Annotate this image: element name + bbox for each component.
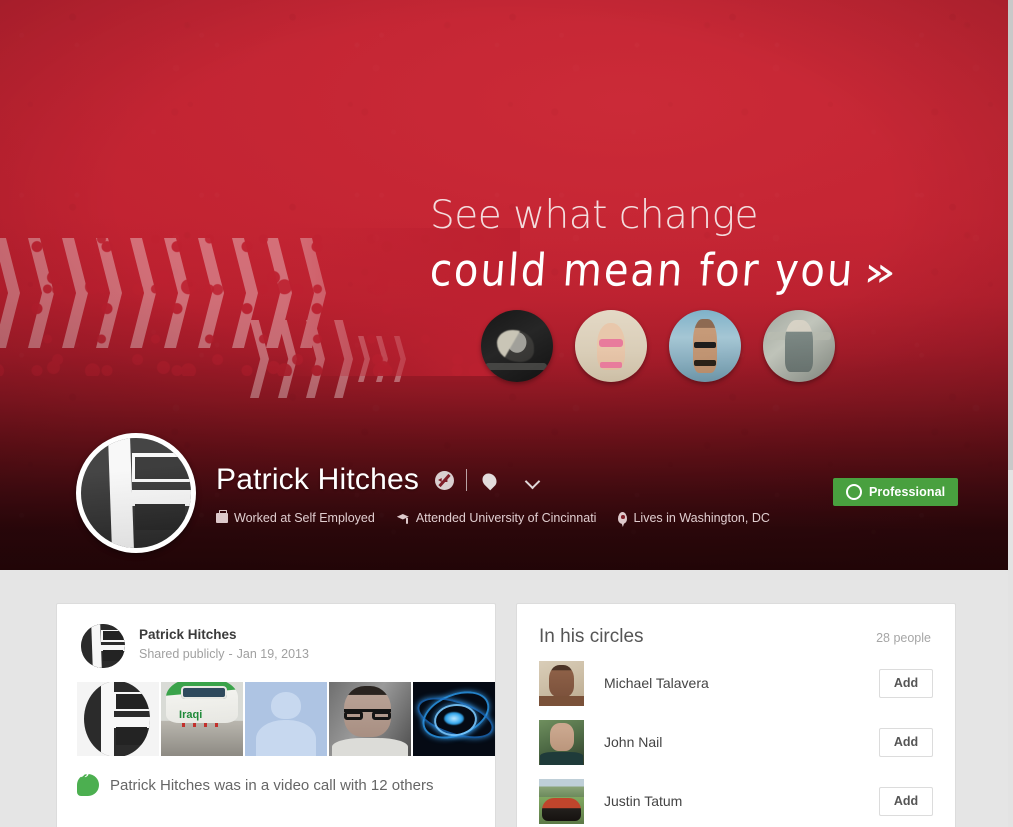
profile-meta-school: Attended University of Cincinnati xyxy=(397,511,597,525)
name-divider xyxy=(466,469,468,491)
gender-icon[interactable] xyxy=(479,470,500,490)
post-footer: Patrick Hitches was in a video call with… xyxy=(77,768,495,796)
chevron-down-icon[interactable] xyxy=(526,476,540,485)
hangouts-icon xyxy=(77,768,99,796)
post-card: Patrick Hitches Shared publicly - Jan 19, … xyxy=(56,603,496,827)
thumb-abstract[interactable] xyxy=(413,682,495,756)
thumb-logo[interactable] xyxy=(77,682,159,756)
thumb-default-avatar[interactable] xyxy=(245,682,327,756)
profile-identity-row: Patrick Hitches Worked at Self Employed … xyxy=(0,430,1008,560)
profile-meta-school-label: Attended University of Cincinnati xyxy=(415,511,597,525)
circles-count: 28 people xyxy=(876,631,931,645)
justin-tatum-avatar[interactable] xyxy=(539,778,584,824)
post-author-name[interactable]: Patrick Hitches xyxy=(139,626,309,644)
thumb-airplane[interactable]: Iraqi xyxy=(161,682,243,756)
thumb-man-glasses[interactable] xyxy=(329,682,411,756)
circles-title: In his circles xyxy=(539,626,644,647)
scrollbar-thumb[interactable] xyxy=(1008,0,1013,470)
circles-header: In his circles 28 people xyxy=(517,604,955,648)
post-footer-text: Patrick Hitches was in a video call with… xyxy=(110,776,434,794)
michael-talavera-avatar[interactable] xyxy=(539,660,584,706)
cover-photo[interactable]: See what change could mean for you» xyxy=(0,0,1008,570)
post-date[interactable]: Jan 19, 2013 xyxy=(237,647,309,661)
professional-badge-button[interactable]: Professional xyxy=(833,478,959,506)
post-subtitle: Shared publicly - Jan 19, 2013 xyxy=(139,647,309,661)
post-author-avatar-monogram xyxy=(81,624,125,668)
thumb-airplane-caption: Iraqi xyxy=(179,708,203,721)
list-item[interactable]: Justin Tatum Add xyxy=(517,777,955,825)
place-icon xyxy=(618,512,628,524)
profile-avatar-monogram xyxy=(81,438,191,548)
profile-meta: Worked at Self Employed Attended Univers… xyxy=(216,510,770,525)
professional-badge-label: Professional xyxy=(869,485,946,499)
post-visibility: Shared publicly xyxy=(139,647,225,662)
list-item[interactable]: Michael Talavera Add xyxy=(517,659,955,707)
work-icon xyxy=(216,510,228,523)
list-item-name[interactable]: John Nail xyxy=(604,734,879,750)
profile-meta-place-label: Lives in Washington, DC xyxy=(633,511,770,525)
profile-name-block: Patrick Hitches Worked at Self Employed … xyxy=(216,462,770,525)
circle-outline-icon xyxy=(846,484,862,500)
post-author-avatar[interactable] xyxy=(81,624,125,668)
relationship-icon[interactable] xyxy=(435,470,455,490)
post-header: Patrick Hitches Shared publicly - Jan 19, … xyxy=(57,604,495,668)
profile-meta-place: Lives in Washington, DC xyxy=(618,511,770,525)
list-item-name[interactable]: Justin Tatum xyxy=(604,793,879,809)
add-button[interactable]: Add xyxy=(879,786,933,816)
page-title: Patrick Hitches xyxy=(216,463,420,496)
post-meta: Patrick Hitches Shared publicly - Jan 19, … xyxy=(139,624,309,661)
add-button[interactable]: Add xyxy=(879,727,933,757)
content-area: Patrick Hitches Shared publicly - Jan 19, … xyxy=(0,570,1008,827)
in-his-circles-card: In his circles 28 people Michael Talaver… xyxy=(516,603,956,827)
john-nail-avatar[interactable] xyxy=(539,719,584,765)
profile-avatar[interactable] xyxy=(76,433,196,553)
list-item-name[interactable]: Michael Talavera xyxy=(604,675,879,691)
post-thumbnail-strip: Iraqi xyxy=(77,682,495,756)
school-icon xyxy=(397,513,410,524)
profile-meta-work: Worked at Self Employed xyxy=(216,510,375,525)
profile-meta-work-label: Worked at Self Employed xyxy=(234,511,375,525)
add-button[interactable]: Add xyxy=(879,668,933,698)
profile-page: See what change could mean for you» xyxy=(0,0,1013,827)
post-separator: - xyxy=(228,647,233,662)
list-item[interactable]: John Nail Add xyxy=(517,718,955,766)
